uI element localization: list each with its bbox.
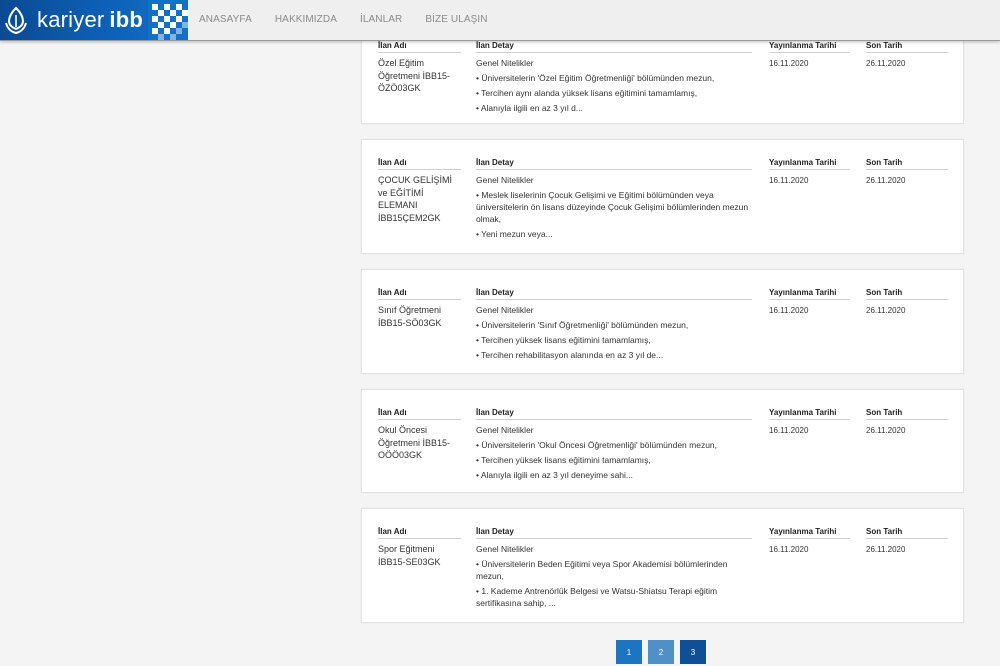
general-qualifications: Genel Nitelikler bbox=[476, 305, 534, 315]
page-1-button[interactable]: 1 bbox=[616, 640, 642, 664]
published-header: Yayınlanma Tarihi bbox=[769, 408, 850, 420]
title-header: İlan Adı bbox=[378, 158, 461, 170]
published-date: 16.11.2020 bbox=[769, 426, 809, 435]
qualification-item: • Tercihen aynı alanda yüksek lisans eği… bbox=[476, 87, 698, 98]
general-qualifications: Genel Nitelikler bbox=[476, 58, 534, 68]
nav-anasayfa[interactable]: ANASAYFA bbox=[199, 0, 252, 40]
qualification-item: • Üniversitelerin 'Sınıf Öğretmenliği' b… bbox=[476, 319, 689, 330]
job-card[interactable]: İlan Adı ÇOCUK GELİŞİMİ ve EĞİTİMİ ELEMA… bbox=[361, 139, 964, 254]
deadline-header: Son Tarih bbox=[866, 288, 948, 300]
deadline-date: 26.11.2020 bbox=[866, 59, 906, 68]
qualification-item: • Üniversitelerin Beden Eğitimi veya Spo… bbox=[476, 558, 728, 581]
published-date: 16.11.2020 bbox=[769, 176, 809, 185]
deadline-header: Son Tarih bbox=[866, 41, 948, 53]
qualification-item: • Tercihen yüksek lisans eğitimini tamam… bbox=[476, 454, 651, 465]
published-date: 16.11.2020 bbox=[769, 59, 809, 68]
published-date: 16.11.2020 bbox=[769, 545, 809, 554]
brand-prefix: kariyer bbox=[37, 7, 105, 32]
published-header: Yayınlanma Tarihi bbox=[769, 41, 850, 53]
deadline-header: Son Tarih bbox=[866, 158, 948, 170]
deadline-header: Son Tarih bbox=[866, 408, 948, 420]
deadline-header: Son Tarih bbox=[866, 527, 948, 539]
deadline-date: 26.11.2020 bbox=[866, 545, 906, 554]
page-2-button[interactable]: 2 bbox=[648, 640, 674, 664]
general-qualifications: Genel Nitelikler bbox=[476, 425, 534, 435]
published-date: 16.11.2020 bbox=[769, 306, 809, 315]
qualification-item: • Meslek liselerinin Çocuk Gelişimi ve E… bbox=[476, 189, 749, 225]
nav-ilanlar[interactable]: İLANLAR bbox=[360, 0, 402, 40]
main-nav: ANASAYFA HAKKIMIZDA İLANLAR BİZE ULAŞIN bbox=[199, 0, 511, 40]
job-title[interactable]: Özel Eğitim Öğretmeni İBB15-ÖZÖ03GK bbox=[378, 57, 461, 95]
ibb-emblem-icon bbox=[5, 6, 27, 34]
deadline-date: 26.11.2020 bbox=[866, 426, 906, 435]
nav-hakkimizda[interactable]: HAKKIMIZDA bbox=[275, 0, 337, 40]
job-title[interactable]: Spor Eğitmeni İBB15-SE03GK bbox=[378, 543, 461, 568]
brand-name: ibb bbox=[109, 7, 144, 32]
qualification-item: • Üniversitelerin 'Okul Öncesi Öğretmenl… bbox=[476, 439, 718, 450]
qualification-item: • Alanıyla ilgili en az 3 yıl deneyime s… bbox=[476, 470, 634, 481]
page-3-button[interactable]: 3 bbox=[680, 640, 706, 664]
job-title[interactable]: Sınıf Öğretmeni İBB15-SÖ03GK bbox=[378, 304, 461, 329]
general-qualifications: Genel Nitelikler bbox=[476, 544, 534, 554]
detail-header: İlan Detay bbox=[476, 527, 752, 539]
qualification-item: • Tercihen yüksek lisans eğitimini tamam… bbox=[476, 334, 651, 345]
title-header: İlan Adı bbox=[378, 408, 461, 420]
detail-header: İlan Detay bbox=[476, 41, 752, 53]
job-title[interactable]: Okul Öncesi Öğretmeni İBB15-OÖÖ03GK bbox=[378, 424, 461, 462]
nav-bize-ulasin[interactable]: BİZE ULAŞIN bbox=[425, 0, 487, 40]
qualification-item: • Üniversitelerin 'Özel Eğitim Öğretmenl… bbox=[476, 72, 715, 83]
published-header: Yayınlanma Tarihi bbox=[769, 288, 850, 300]
job-title[interactable]: ÇOCUK GELİŞİMİ ve EĞİTİMİ ELEMANI İBB15Ç… bbox=[378, 174, 461, 224]
title-header: İlan Adı bbox=[378, 41, 461, 53]
brand-wordmark: kariyer ibb bbox=[37, 8, 143, 32]
job-card[interactable]: İlan Adı Spor Eğitmeni İBB15-SE03GK İlan… bbox=[361, 508, 964, 623]
title-header: İlan Adı bbox=[378, 288, 461, 300]
job-card[interactable]: İlan Adı Sınıf Öğretmeni İBB15-SÖ03GK İl… bbox=[361, 269, 964, 374]
site-header: kariyer ibb ANASAYFA HAKKIMIZDA İLANLAR B… bbox=[0, 0, 1000, 41]
published-header: Yayınlanma Tarihi bbox=[769, 527, 850, 539]
qualification-item: • Alanıyla ilgili en az 3 yıl d... bbox=[476, 103, 583, 114]
general-qualifications: Genel Nitelikler bbox=[476, 175, 534, 185]
detail-header: İlan Detay bbox=[476, 408, 752, 420]
detail-header: İlan Detay bbox=[476, 288, 752, 300]
detail-header: İlan Detay bbox=[476, 158, 752, 170]
qualification-item: • Tercihen rehabilitasyon alanında en az… bbox=[476, 350, 664, 361]
job-card[interactable]: İlan Adı Okul Öncesi Öğretmeni İBB15-OÖÖ… bbox=[361, 389, 964, 493]
pagination: 1 2 3 bbox=[616, 640, 712, 664]
qualification-item: • 1. Kademe Antrenörlük Belgesi ve Watsu… bbox=[476, 586, 718, 609]
brand-logo[interactable]: kariyer ibb bbox=[0, 0, 188, 40]
qualification-item: • Yeni mezun veya... bbox=[476, 229, 553, 240]
checker-pattern-icon bbox=[148, 0, 188, 40]
title-header: İlan Adı bbox=[378, 527, 461, 539]
published-header: Yayınlanma Tarihi bbox=[769, 158, 850, 170]
deadline-date: 26.11.2020 bbox=[866, 306, 906, 315]
deadline-date: 26.11.2020 bbox=[866, 176, 906, 185]
